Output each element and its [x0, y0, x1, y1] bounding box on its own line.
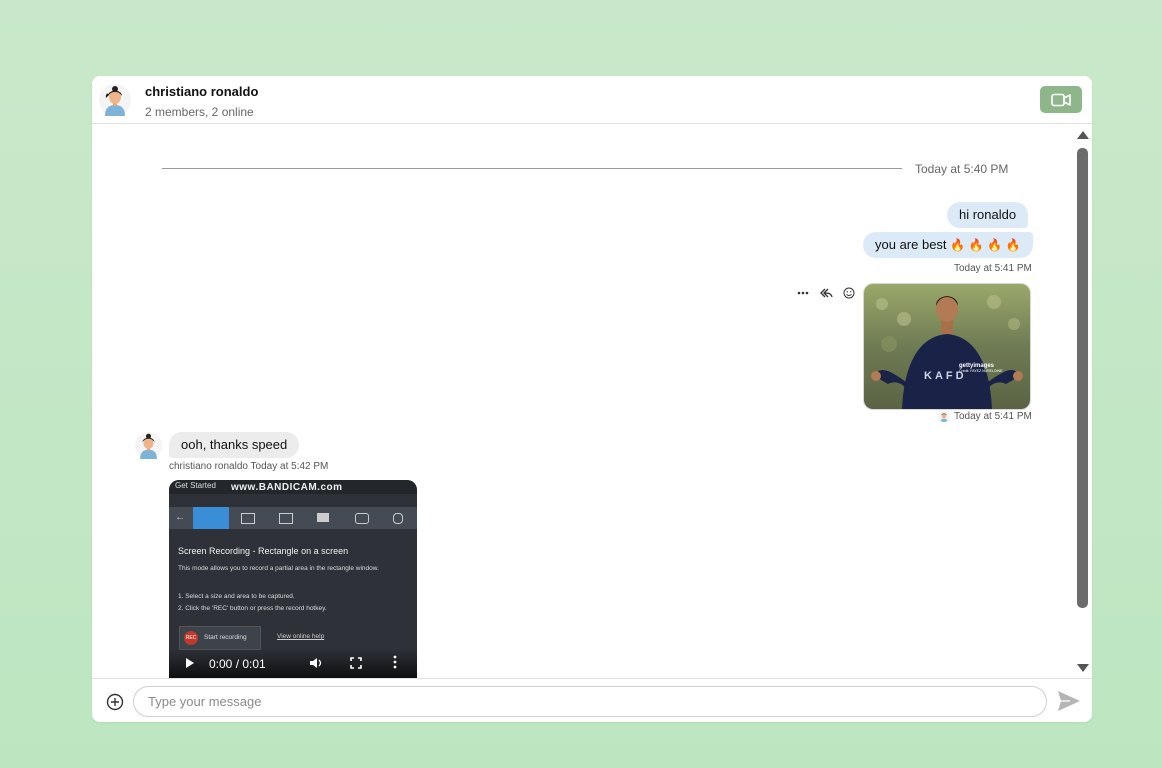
video-tab-label: Get Started — [175, 481, 216, 490]
player-photo: KAFD gettyimages Credit: FAYEZ NURELDINE — [864, 284, 1030, 409]
video-controls: 0:00 / 0:01 — [169, 648, 417, 678]
incoming-message[interactable]: ooh, thanks speed — [169, 432, 300, 458]
chat-title: christiano ronaldo — [145, 84, 259, 99]
fire-emoji: 🔥 — [987, 238, 1003, 252]
video-call-button[interactable] — [1040, 86, 1082, 113]
message-text: ooh, thanks speed — [181, 437, 288, 452]
rec-badge: REC — [184, 631, 198, 645]
message-actions — [796, 286, 856, 300]
fire-emoji: 🔥 — [950, 238, 966, 252]
image-attachment[interactable]: KAFD gettyimages Credit: FAYEZ NURELDINE — [863, 283, 1031, 410]
sender-name: christiano ronaldo — [169, 461, 248, 472]
add-attachment-icon[interactable] — [106, 693, 124, 711]
message-composer — [92, 678, 1092, 722]
video-step: 1. Select a size and area to be captured… — [178, 593, 295, 600]
members-status: 2 members, 2 online — [145, 105, 254, 119]
play-icon[interactable] — [185, 656, 195, 674]
send-icon[interactable] — [1056, 689, 1082, 713]
message-timestamp: Today at 5:41 PM — [954, 411, 1032, 422]
scrollbar-thumb[interactable] — [1077, 148, 1088, 608]
watermark-credit: Credit: FAYEZ NURELDINE — [959, 369, 1003, 373]
video-description: This mode allows you to record a partial… — [178, 565, 379, 572]
fullscreen-icon[interactable] — [350, 656, 362, 674]
outgoing-message[interactable]: you are best 🔥 🔥 🔥 🔥 — [863, 232, 1033, 258]
message-input[interactable] — [133, 686, 1047, 717]
video-help-link: View online help — [277, 633, 325, 640]
sender-avatar-small — [938, 410, 950, 422]
video-brand: www.BANDICAM.com — [231, 482, 343, 493]
scroll-down-arrow[interactable] — [1077, 664, 1089, 672]
video-step: 2. Click the 'REC' button or press the r… — [178, 605, 327, 612]
video-toolbar: ← — [169, 507, 417, 529]
video-attachment[interactable]: Get Started www.BANDICAM.com ← Screen Re… — [169, 480, 417, 678]
chat-header: christiano ronaldo 2 members, 2 online — [92, 76, 1092, 124]
reply-all-icon[interactable] — [819, 286, 833, 300]
message-timestamp: Today at 5:42 PM — [250, 461, 329, 472]
chat-window: christiano ronaldo 2 members, 2 online T… — [92, 76, 1092, 722]
volume-icon[interactable] — [309, 656, 323, 674]
video-record-button: REC Start recording — [179, 626, 261, 650]
video-options-icon[interactable] — [393, 655, 397, 674]
group-avatar[interactable] — [99, 84, 131, 116]
message-text: hi ronaldo — [959, 207, 1017, 222]
message-timestamp: Today at 5:41 PM — [954, 263, 1032, 274]
scroll-up-arrow[interactable] — [1077, 131, 1089, 139]
rec-label: Start recording — [204, 634, 247, 641]
fire-emoji: 🔥 — [968, 238, 984, 252]
emoji-icon[interactable] — [842, 286, 856, 300]
date-divider — [162, 168, 902, 169]
more-icon[interactable] — [796, 286, 810, 300]
video-camera-icon — [1051, 93, 1071, 107]
message-list[interactable]: Today at 5:40 PM hi ronaldo you are best… — [92, 124, 1092, 678]
video-heading: Screen Recording - Rectangle on a screen — [178, 546, 349, 556]
message-text: you are best — [875, 237, 947, 252]
video-time: 0:00 / 0:01 — [209, 657, 266, 671]
incoming-message-meta: christiano ronaldo Today at 5:42 PM — [169, 461, 328, 472]
sender-avatar[interactable] — [135, 432, 162, 459]
fire-emoji: 🔥 — [1005, 238, 1021, 252]
outgoing-message[interactable]: hi ronaldo — [947, 202, 1029, 228]
date-divider-label: Today at 5:40 PM — [915, 162, 1009, 176]
